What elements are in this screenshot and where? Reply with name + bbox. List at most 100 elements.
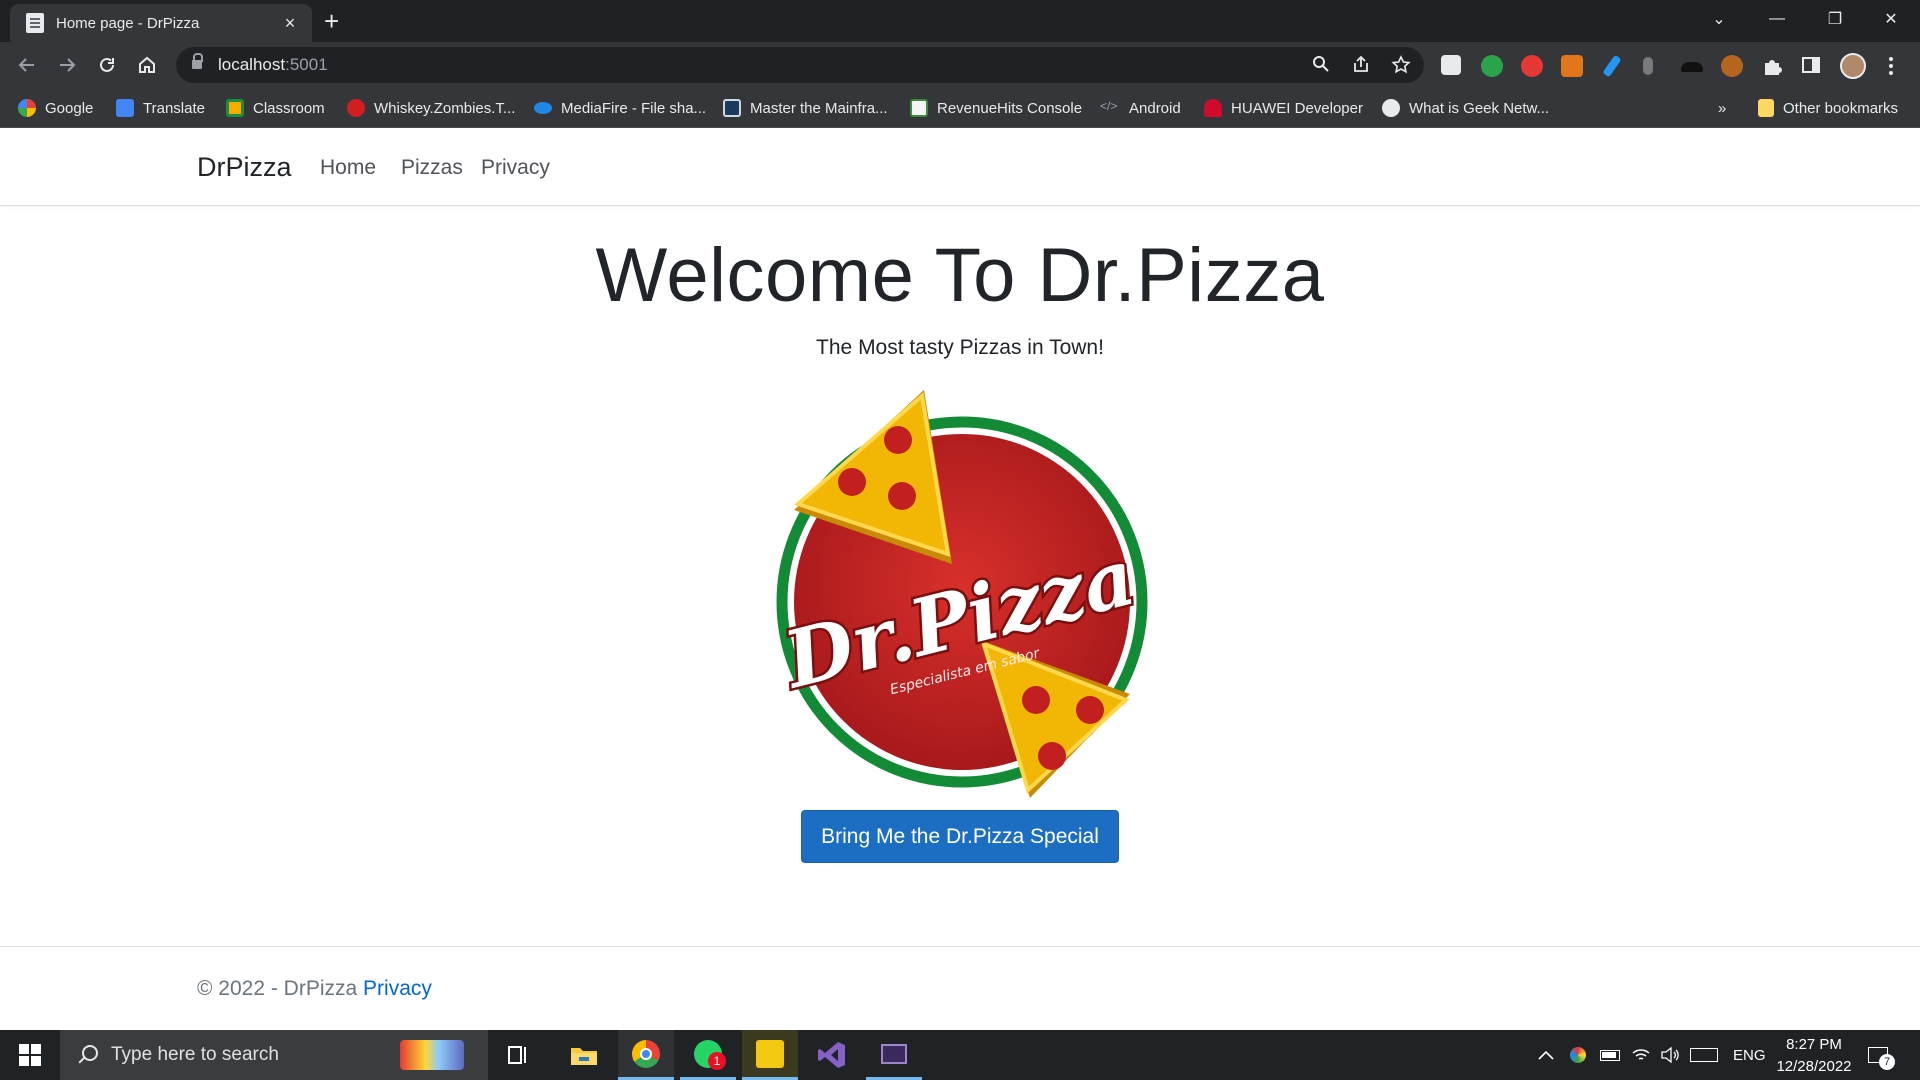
bookmark-geek-network[interactable]: What is Geek Netw... bbox=[1382, 96, 1549, 120]
language-indicator[interactable]: ENG bbox=[1733, 1030, 1766, 1080]
site-brand[interactable]: DrPizza bbox=[197, 152, 292, 183]
visual-studio-taskbar-button[interactable] bbox=[804, 1030, 860, 1080]
start-button[interactable] bbox=[0, 1030, 60, 1080]
footer-text: © 2022 - DrPizza Privacy bbox=[197, 977, 432, 1001]
more-bookmarks-button[interactable]: » bbox=[1718, 96, 1726, 120]
metamask-icon[interactable] bbox=[1561, 55, 1583, 77]
back-button[interactable] bbox=[12, 50, 42, 80]
keyboard-icon[interactable] bbox=[1690, 1030, 1718, 1080]
whatsapp-badge: 1 bbox=[708, 1051, 726, 1070]
code-icon: </> bbox=[1100, 99, 1118, 113]
home-button[interactable] bbox=[132, 50, 162, 80]
menu-kebab-icon[interactable] bbox=[1880, 55, 1902, 77]
browser-tab[interactable]: Home page - DrPizza × bbox=[10, 4, 312, 42]
url-text: localhost:5001 bbox=[218, 55, 328, 74]
cookie-extension-icon[interactable] bbox=[1721, 55, 1743, 77]
chevron-up-icon bbox=[1538, 1050, 1554, 1060]
clock-date: 12/28/2022 bbox=[1776, 1058, 1852, 1075]
bookmark-android[interactable]: </> Android bbox=[1100, 96, 1181, 120]
visual-studio-icon bbox=[818, 1042, 845, 1068]
tab-close-icon[interactable]: × bbox=[280, 13, 300, 34]
chrome-taskbar-button[interactable] bbox=[618, 1030, 674, 1080]
windows-logo-icon bbox=[19, 1044, 41, 1066]
show-hidden-icons-button[interactable] bbox=[1538, 1030, 1554, 1080]
new-tab-button[interactable]: + bbox=[324, 7, 339, 35]
terminal-taskbar-button[interactable] bbox=[866, 1030, 922, 1080]
copyright-text: © 2022 - DrPizza bbox=[197, 977, 358, 1000]
bookmark-huawei[interactable]: HUAWEI Developer bbox=[1204, 96, 1363, 120]
reload-button[interactable] bbox=[92, 50, 122, 80]
home-icon bbox=[139, 56, 155, 73]
incognito-extension-icon[interactable] bbox=[1441, 55, 1461, 75]
task-view-icon bbox=[508, 1046, 526, 1064]
forward-arrow-icon bbox=[60, 58, 76, 72]
nav-home[interactable]: Home bbox=[320, 156, 376, 180]
search-placeholder: Type here to search bbox=[111, 1044, 279, 1065]
page-icon bbox=[26, 13, 44, 33]
brush-extension-icon[interactable] bbox=[1602, 54, 1622, 78]
drpizza-logo: Dr.Pizza Especialista em sabor bbox=[772, 390, 1150, 798]
browser-toolbar: localhost:5001 bbox=[0, 42, 1920, 88]
reload-icon bbox=[100, 57, 114, 72]
battery-icon[interactable] bbox=[1600, 1030, 1620, 1080]
hero-title: Welcome To Dr.Pizza bbox=[595, 233, 1325, 318]
profile-avatar[interactable] bbox=[1840, 53, 1866, 79]
nav-pizzas[interactable]: Pizzas bbox=[401, 156, 463, 180]
bookmark-whiskey-zombies[interactable]: Whiskey.Zombies.T... bbox=[347, 96, 515, 120]
forward-button[interactable] bbox=[52, 50, 82, 80]
mouse-extension-icon[interactable] bbox=[1643, 57, 1653, 75]
share-icon[interactable] bbox=[1350, 55, 1372, 77]
close-window-button[interactable]: ✕ bbox=[1862, 0, 1920, 38]
green-extension-icon[interactable] bbox=[1481, 55, 1503, 77]
powerbi-taskbar-button[interactable] bbox=[742, 1030, 798, 1080]
search-icon bbox=[77, 1045, 98, 1065]
bookmark-star-icon[interactable] bbox=[1390, 55, 1412, 77]
other-bookmarks[interactable]: Other bookmarks bbox=[1758, 96, 1898, 120]
folder-icon bbox=[1758, 99, 1774, 117]
bookmarks-bar: Google Translate Classroom Whiskey.Zombi… bbox=[0, 88, 1920, 128]
translate-icon bbox=[116, 99, 134, 117]
bookmark-google[interactable]: Google bbox=[18, 96, 93, 120]
restore-button[interactable]: ❐ bbox=[1806, 0, 1864, 38]
wifi-icon[interactable] bbox=[1632, 1030, 1650, 1080]
hero-subtitle: The Most tasty Pizzas in Town! bbox=[816, 336, 1104, 359]
notification-center-button[interactable]: 7 bbox=[1868, 1030, 1895, 1080]
task-view-button[interactable] bbox=[490, 1030, 546, 1080]
browser-titlebar: Home page - DrPizza × + ⌄ — ❐ ✕ bbox=[0, 0, 1920, 42]
mainframe-icon bbox=[723, 99, 741, 117]
whatsapp-taskbar-button[interactable]: 1 bbox=[680, 1030, 736, 1080]
volume-icon[interactable] bbox=[1660, 1030, 1680, 1080]
address-bar[interactable]: localhost:5001 bbox=[176, 47, 1424, 83]
bookmark-mediafire[interactable]: MediaFire - File sha... bbox=[534, 96, 706, 120]
classroom-icon bbox=[226, 99, 244, 117]
side-panel-icon[interactable] bbox=[1801, 55, 1823, 77]
dark-extension-icon[interactable] bbox=[1681, 62, 1703, 72]
notification-count: 7 bbox=[1879, 1054, 1895, 1070]
bookmark-mainframe[interactable]: Master the Mainfra... bbox=[723, 96, 888, 120]
bookmark-revenuehits[interactable]: RevenueHits Console bbox=[910, 96, 1082, 120]
site-navbar: DrPizza Home Pizzas Privacy bbox=[0, 128, 1920, 206]
tab-title: Home page - DrPizza bbox=[56, 14, 200, 32]
taskbar-clock[interactable]: 8:27 PM 12/28/2022 bbox=[1768, 1034, 1860, 1078]
nav-privacy[interactable]: Privacy bbox=[481, 156, 550, 180]
red-extension-icon[interactable] bbox=[1521, 55, 1543, 77]
color-tray-icon[interactable] bbox=[1570, 1030, 1586, 1080]
page-content: DrPizza Home Pizzas Privacy Welcome To D… bbox=[0, 128, 1920, 1030]
tab-search-icon[interactable]: ⌄ bbox=[1690, 0, 1748, 38]
file-explorer-button[interactable] bbox=[556, 1030, 612, 1080]
extensions-puzzle-icon[interactable] bbox=[1761, 55, 1783, 77]
google-icon bbox=[18, 99, 36, 117]
minimize-button[interactable]: — bbox=[1748, 0, 1806, 38]
terminal-icon bbox=[881, 1043, 907, 1064]
back-arrow-icon bbox=[18, 58, 34, 72]
mediafire-icon bbox=[534, 102, 552, 114]
zombies-icon bbox=[347, 99, 365, 117]
zoom-icon[interactable] bbox=[1310, 55, 1332, 77]
dr-pizza-special-button[interactable]: Bring Me the Dr.Pizza Special bbox=[801, 810, 1119, 863]
lock-icon bbox=[192, 53, 203, 70]
taskbar-search-box[interactable]: Type here to search bbox=[60, 1030, 488, 1080]
footer-privacy-link[interactable]: Privacy bbox=[363, 977, 432, 1000]
search-highlight-icon bbox=[400, 1040, 464, 1070]
bookmark-translate[interactable]: Translate bbox=[116, 96, 205, 120]
bookmark-classroom[interactable]: Classroom bbox=[226, 96, 325, 120]
